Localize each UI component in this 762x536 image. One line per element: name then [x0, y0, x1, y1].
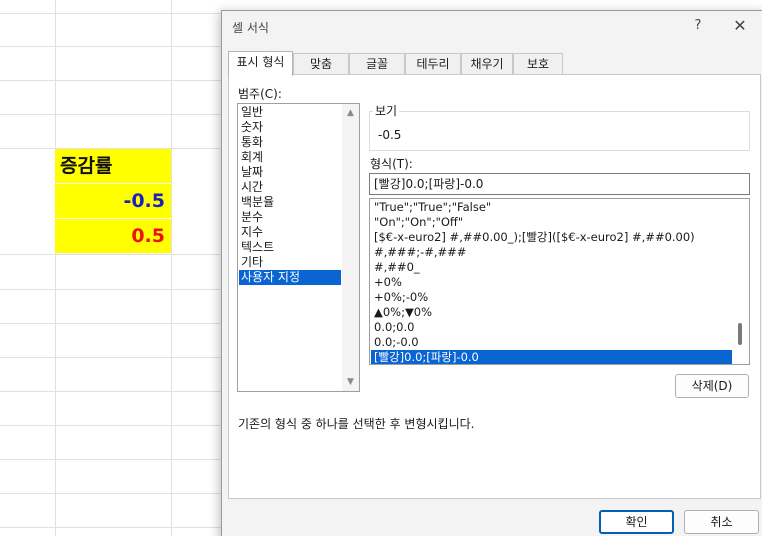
category-item[interactable]: 기타	[239, 255, 341, 270]
category-item-selected[interactable]: 사용자 지정	[239, 270, 341, 285]
format-type-listbox[interactable]: "True";"True";"False" "On";"On";"Off" [$…	[369, 198, 750, 365]
cancel-button[interactable]: 취소	[684, 510, 759, 534]
category-item[interactable]: 날짜	[239, 165, 341, 180]
category-listbox[interactable]: 일반 숫자 통화 회계 날짜 시간 백분율 분수 지수 텍스트 기타 사용자 지…	[237, 103, 360, 392]
format-item[interactable]: +0%	[371, 275, 732, 290]
dialog-titlebar[interactable]: 셀 서식 ? ✕	[222, 11, 762, 43]
format-item[interactable]: #,##0_	[371, 260, 732, 275]
format-item[interactable]: ▲0%;▼0%	[371, 305, 732, 320]
triangle-down-icon[interactable]: ▼	[342, 374, 359, 390]
category-item[interactable]: 숫자	[239, 120, 341, 135]
cell-header-change-rate[interactable]: 증감률	[55, 149, 171, 183]
format-item[interactable]: "On";"On";"Off"	[371, 215, 732, 230]
sample-value: -0.5	[378, 128, 402, 142]
category-item[interactable]: 시간	[239, 180, 341, 195]
help-button[interactable]: ?	[690, 18, 706, 34]
format-item[interactable]: 0.0;0.0	[371, 320, 732, 335]
sample-groupbox	[369, 111, 750, 151]
category-scrollbar[interactable]: ▲ ▼	[342, 104, 359, 391]
sample-label: 보기	[373, 102, 400, 119]
category-item[interactable]: 분수	[239, 210, 341, 225]
category-item[interactable]: 통화	[239, 135, 341, 150]
category-item[interactable]: 백분율	[239, 195, 341, 210]
format-item[interactable]: #,###;-#,###	[371, 245, 732, 260]
format-item-selected[interactable]: [빨강]0.0;[파랑]-0.0	[371, 350, 732, 364]
tab-font[interactable]: 글꼴	[349, 53, 405, 75]
format-item[interactable]: [$€-x-euro2] #,##0.00_);[빨강]([$€-x-euro2…	[371, 230, 732, 245]
number-format-panel: 범주(C): 일반 숫자 통화 회계 날짜 시간 백분율 분수 지수 텍스트 기…	[228, 74, 761, 499]
format-item[interactable]: 0.0;-0.0	[371, 335, 732, 350]
dialog-title: 셀 서식	[232, 21, 269, 35]
format-type-input[interactable]: [빨강]0.0;[파랑]-0.0	[369, 173, 750, 195]
delete-button[interactable]: 삭제(D)	[675, 374, 749, 398]
category-item[interactable]: 일반	[239, 105, 341, 120]
triangle-up-icon[interactable]: ▲	[342, 105, 359, 121]
category-item[interactable]: 텍스트	[239, 240, 341, 255]
cell-value-negative[interactable]: -0.5	[55, 184, 171, 218]
category-label: 범주(C):	[238, 87, 282, 101]
ok-button[interactable]: 확인	[599, 510, 674, 534]
tab-alignment[interactable]: 맞춤	[293, 53, 349, 75]
tab-fill[interactable]: 채우기	[461, 53, 513, 75]
tab-border[interactable]: 테두리	[405, 53, 461, 75]
scrollbar-thumb[interactable]	[738, 323, 742, 345]
close-icon[interactable]: ✕	[730, 16, 750, 36]
format-item[interactable]: "True";"True";"False"	[371, 200, 732, 215]
tab-protection[interactable]: 보호	[513, 53, 563, 75]
category-item[interactable]: 회계	[239, 150, 341, 165]
format-cells-dialog: 셀 서식 ? ✕ 표시 형식 맞춤 글꼴 테두리 채우기 보호 범주(C): 일…	[221, 10, 762, 536]
category-item[interactable]: 지수	[239, 225, 341, 240]
format-item[interactable]: +0%;-0%	[371, 290, 732, 305]
format-type-label: 형식(T):	[370, 157, 413, 171]
format-scrollbar[interactable]	[733, 199, 749, 364]
tab-number-format[interactable]: 표시 형식	[228, 51, 293, 76]
cell-value-positive[interactable]: 0.5	[55, 219, 171, 253]
description-text: 기존의 형식 중 하나를 선택한 후 변형시킵니다.	[238, 417, 475, 431]
